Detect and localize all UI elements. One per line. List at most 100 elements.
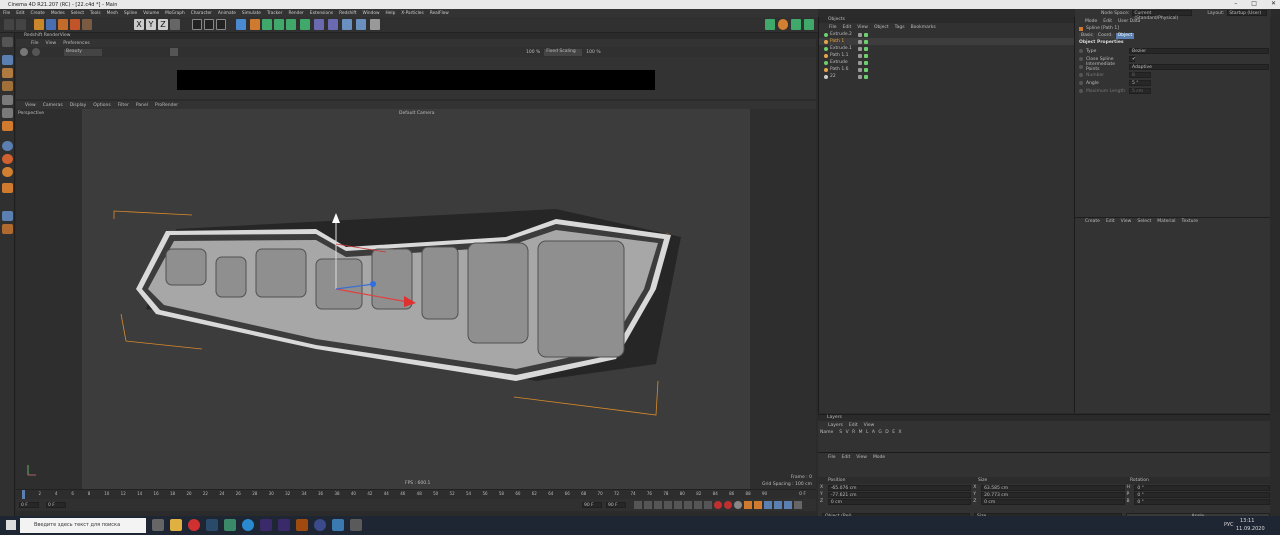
last-tool-icon[interactable] — [82, 19, 92, 30]
material-menu-item-1[interactable]: Edit — [1106, 219, 1115, 224]
visibility-toggle-icon[interactable] — [858, 46, 862, 51]
x-axis-icon[interactable]: X — [134, 19, 144, 30]
coordinate-field[interactable]: 0 ° — [1134, 491, 1270, 498]
tweak-mode-icon[interactable] — [2, 211, 13, 221]
menu-item-12[interactable]: Simulate — [242, 11, 261, 16]
enable-check-icon[interactable] — [864, 60, 868, 65]
next-key-icon[interactable] — [684, 501, 692, 509]
enable-check-icon[interactable] — [864, 32, 868, 37]
attribute-value[interactable]: 5 ° — [1129, 80, 1151, 86]
material-menu-item-4[interactable]: Material — [1157, 219, 1175, 224]
menu-item-8[interactable]: Volume — [143, 11, 159, 16]
animate-dot-icon[interactable] — [1079, 49, 1083, 53]
coordinates-menu-item-2[interactable]: View — [856, 455, 867, 460]
menu-item-18[interactable]: Help — [386, 11, 396, 16]
menu-item-9[interactable]: MoGraph — [165, 11, 185, 16]
render-view-icon[interactable] — [192, 19, 202, 30]
attribute-value[interactable]: 5 cm — [1129, 88, 1151, 94]
undo-icon[interactable] — [4, 19, 14, 30]
enable-check-icon[interactable] — [864, 53, 868, 58]
next-frame-icon[interactable] — [674, 501, 682, 509]
object-name[interactable]: Extrude.2 — [830, 32, 856, 37]
bulb-icon[interactable] — [370, 19, 380, 30]
menu-item-6[interactable]: Mesh — [107, 11, 118, 16]
lock-workplane-icon[interactable] — [2, 224, 13, 234]
material-menu-item-5[interactable]: Texture — [1182, 219, 1198, 224]
opera-icon[interactable] — [188, 519, 200, 531]
coordinate-field[interactable]: 0 ° — [1134, 484, 1270, 491]
menu-item-5[interactable]: Tools — [90, 11, 101, 16]
coordinate-field[interactable]: 0 cm — [827, 498, 972, 505]
enable-check-icon[interactable] — [864, 46, 868, 51]
tab-object[interactable]: Object — [1115, 33, 1135, 39]
live-select-icon[interactable] — [34, 19, 44, 30]
object-name[interactable]: 22 — [830, 74, 856, 79]
animate-dot-icon[interactable] — [1079, 65, 1083, 69]
key-scale-icon[interactable] — [754, 501, 762, 509]
animate-dot-icon[interactable] — [1079, 73, 1083, 77]
menu-item-20[interactable]: RealFlow — [430, 11, 449, 16]
menu-item-13[interactable]: Tracker — [267, 11, 283, 16]
layout-dropdown[interactable]: Startup (User) — [1227, 10, 1268, 16]
object-name[interactable]: Extrude — [830, 60, 856, 65]
workplane-icon[interactable] — [2, 81, 13, 91]
material-menu-item-3[interactable]: Select — [1137, 219, 1151, 224]
objects-menu-item-2[interactable]: View — [857, 25, 868, 30]
cloner-icon[interactable] — [274, 19, 284, 30]
object-row[interactable]: Path 1.1 — [819, 52, 1074, 59]
object-name[interactable]: Path 1 — [830, 39, 856, 44]
maximize-button[interactable]: □ — [1251, 0, 1257, 7]
model-mode-icon[interactable] — [2, 55, 13, 65]
autokey-icon[interactable] — [724, 501, 732, 509]
visibility-toggle-icon[interactable] — [858, 67, 862, 72]
timeline-menu-icon[interactable] — [794, 501, 802, 509]
camera-icon[interactable] — [314, 19, 324, 30]
light-icon[interactable] — [328, 19, 338, 30]
start-frame-field[interactable]: 0 F — [46, 502, 66, 508]
environment-icon[interactable] — [300, 19, 310, 30]
menu-item-15[interactable]: Extensions — [310, 11, 333, 16]
tab-basic[interactable]: Basic — [1079, 33, 1095, 39]
clock-date[interactable]: 11.09.2020 — [1236, 526, 1265, 532]
viewport-menu-item-1[interactable]: Cameras — [43, 103, 63, 108]
polygons-mode-icon[interactable] — [2, 121, 13, 131]
render-pv-icon[interactable] — [204, 19, 214, 30]
menu-item-0[interactable]: File — [3, 11, 10, 16]
layers-menu-item-1[interactable]: Edit — [849, 423, 858, 428]
paint-icon[interactable] — [791, 19, 801, 30]
side-tabs[interactable] — [1270, 17, 1280, 413]
attribute-value[interactable]: Bezier — [1129, 48, 1269, 54]
coordinates-menu-item-0[interactable]: File — [828, 455, 836, 460]
app2-icon[interactable] — [332, 519, 344, 531]
illustrator-icon[interactable] — [296, 519, 308, 531]
key-pla-icon[interactable] — [784, 501, 792, 509]
soft-selection-icon[interactable] — [2, 167, 13, 177]
animate-dot-icon[interactable] — [1079, 89, 1083, 93]
attributes-menu-item-0[interactable]: Mode — [1085, 19, 1097, 24]
layers-menu-item-0[interactable]: Layers — [828, 423, 843, 428]
coordinate-field[interactable]: 0 ° — [1134, 498, 1270, 505]
telegram-icon[interactable] — [242, 519, 254, 531]
renderview-menu-item-1[interactable]: View — [46, 41, 57, 46]
material-menu-item-2[interactable]: View — [1121, 219, 1132, 224]
app3-icon[interactable] — [350, 519, 362, 531]
visibility-toggle-icon[interactable] — [858, 32, 862, 37]
menu-item-10[interactable]: Character — [191, 11, 212, 16]
render-stop-icon[interactable] — [32, 48, 40, 56]
file-explorer-icon[interactable] — [170, 519, 182, 531]
clock-time[interactable]: 13:11 — [1240, 518, 1254, 524]
preview-end-field[interactable]: 90 F — [606, 502, 626, 508]
layers-menu-item-2[interactable]: View — [864, 423, 875, 428]
record-icon[interactable] — [714, 501, 722, 509]
enable-check-icon[interactable] — [864, 67, 868, 72]
goto-end-icon[interactable] — [694, 501, 702, 509]
objects-menu-item-3[interactable]: Object — [874, 25, 889, 30]
renderview-menu-item-0[interactable]: File — [31, 41, 39, 46]
edges-mode-icon[interactable] — [2, 108, 13, 118]
menu-item-2[interactable]: Create — [31, 11, 45, 16]
viewport-menu-item-5[interactable]: Panel — [136, 103, 148, 108]
task-view-icon[interactable] — [152, 519, 164, 531]
taskbar-search-input[interactable]: Введите здесь текст для поиска — [20, 518, 146, 533]
windows-start-icon[interactable] — [6, 520, 16, 530]
renderview-menu-item-2[interactable]: Preferences — [63, 41, 89, 46]
